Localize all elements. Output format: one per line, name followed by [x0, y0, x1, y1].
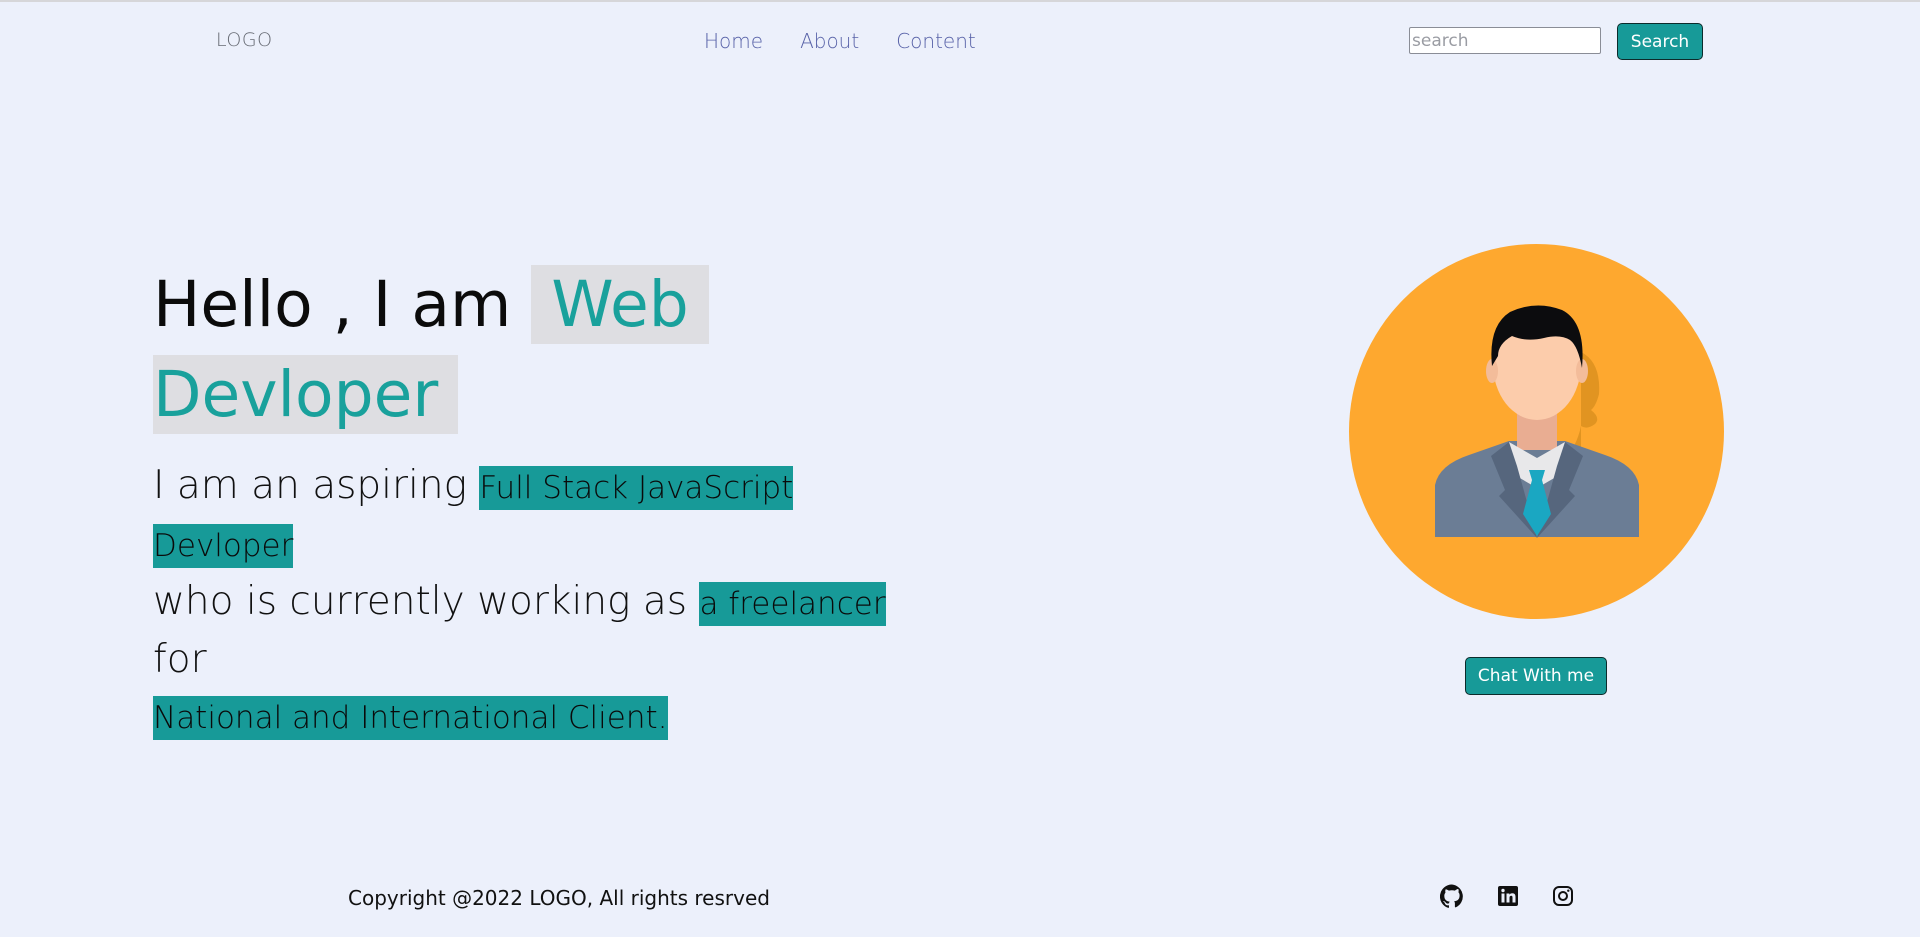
nav-link-home[interactable]: Home	[704, 29, 763, 53]
navbar: LOGO Home About Content Search	[0, 2, 1920, 80]
hero-sub-highlight-clients: National and International Client.	[153, 696, 668, 740]
chat-with-me-button[interactable]: Chat With me	[1465, 657, 1607, 695]
hero-title-highlight-web: Web	[531, 265, 709, 344]
businessman-avatar-icon	[1349, 244, 1724, 619]
hero-subtitle: I am an aspiring Full Stack JavaScript De…	[153, 458, 933, 746]
hero-sub-text-3: for	[153, 637, 207, 682]
hero-sub-text-1: I am an aspiring	[153, 463, 480, 508]
github-icon[interactable]	[1440, 884, 1464, 908]
search-input[interactable]	[1409, 27, 1601, 54]
hero-sub-highlight-freelancer: a freelancer	[699, 582, 886, 626]
nav-links: Home About Content	[704, 29, 976, 53]
hero-sub-highlight-stack: Full Stack JavaScript	[479, 466, 794, 510]
nav-link-about[interactable]: About	[800, 29, 859, 53]
search-button[interactable]: Search	[1617, 23, 1703, 60]
footer-copyright: Copyright @2022 LOGO, All rights resrved	[348, 886, 770, 910]
hero-sub-text-2: who is currently working as	[153, 579, 700, 624]
hero-title-prefix: Hello , I am	[153, 268, 532, 341]
linkedin-icon[interactable]	[1496, 884, 1520, 908]
hero-title-web-text: Web	[551, 268, 689, 341]
nav-link-content[interactable]: Content	[896, 29, 976, 53]
instagram-icon[interactable]	[1551, 884, 1575, 908]
hero-title-highlight-devloper: Devloper	[153, 355, 459, 434]
hero-sub-highlight-devloper: Devloper	[153, 524, 294, 568]
hero-title-devloper-text: Devloper	[153, 358, 439, 431]
logo[interactable]: LOGO	[216, 29, 273, 51]
hero-title: Hello , I am Web Devloper	[153, 260, 853, 440]
